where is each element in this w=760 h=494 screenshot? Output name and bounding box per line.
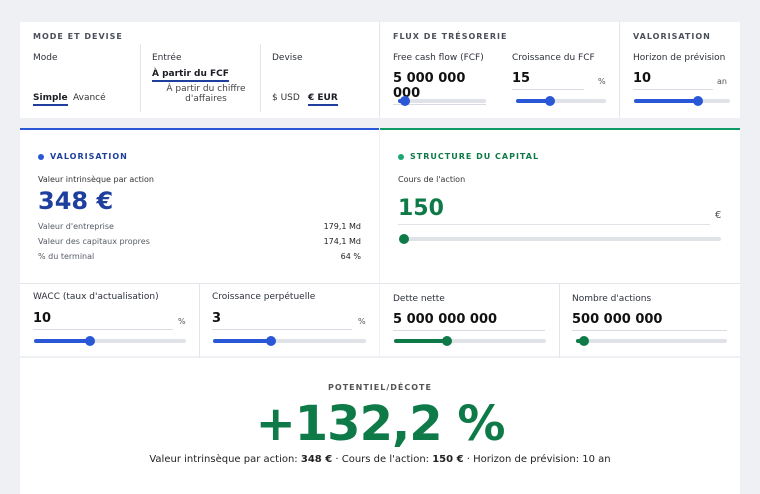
divider <box>260 44 261 112</box>
potentiel-summary: Valeur intrinsèque par action: 348 € · C… <box>20 454 740 465</box>
summary-horizon: Horizon de prévision: 10 an <box>473 454 611 465</box>
devise-label: Devise <box>272 53 303 63</box>
summary-cours-value: 150 € <box>432 454 464 465</box>
entree-ca-button[interactable]: À partir du chiffre d'affaires <box>156 84 256 104</box>
nb-actions-slider[interactable] <box>576 336 727 346</box>
cours-input[interactable]: 150 <box>398 196 710 225</box>
wacc-label: WACC (taux d'actualisation) <box>33 292 159 302</box>
cours-label: Cours de l'action <box>398 175 466 184</box>
structure-panel: STRUCTURE DU CAPITAL Cours de l'action 1… <box>380 128 740 358</box>
dette-slider-handle[interactable] <box>442 336 453 346</box>
summary-intrinsic-value: 348 € <box>300 454 333 465</box>
detail-row: % du terminal 64 % <box>38 252 361 267</box>
intrinsic-label: Valeur intrinsèque par action <box>38 175 154 184</box>
detail-row: Valeur des capitaux propres 174,1 Md <box>38 237 361 252</box>
entree-fcf-button[interactable]: À partir du FCF <box>152 69 229 82</box>
horizon-unit: an <box>717 77 727 86</box>
entree-label: Entrée <box>152 53 182 63</box>
fcf-label: Free cash flow (FCF) <box>393 53 484 63</box>
croissance-perp-label: Croissance perpétuelle <box>212 292 316 302</box>
detail-label: Valeur d'entreprise <box>38 222 114 231</box>
dette-input[interactable]: 5 000 000 000 <box>393 312 545 331</box>
divider <box>199 284 200 358</box>
croissance-fcf-input[interactable]: 15 <box>512 71 584 90</box>
mode-devise-title: MODE ET DEVISE <box>33 32 123 41</box>
blue-dot-icon <box>38 153 44 160</box>
detail-label: % du terminal <box>38 252 95 261</box>
section-divider <box>619 22 620 118</box>
horizon-slider-handle[interactable] <box>693 96 704 106</box>
croissance-fcf-slider-handle[interactable] <box>545 96 556 106</box>
potentiel-value: +132,2 % <box>255 396 506 452</box>
valorisation-top-title: VALORISATION <box>633 32 711 41</box>
horizon-label: Horizon de prévision <box>633 53 726 63</box>
structure-title-text: STRUCTURE DU CAPITAL <box>410 152 540 161</box>
croissance-perp-unit: % <box>358 317 366 326</box>
horizon-slider[interactable] <box>634 96 730 106</box>
croissance-perp-slider-handle[interactable] <box>266 336 277 346</box>
detail-label: Valeur des capitaux propres <box>38 237 150 246</box>
potentiel-title: POTENTIEL/DÉCOTE <box>328 383 432 392</box>
entree-ca-line1: À partir du chiffre <box>166 84 246 94</box>
dette-slider[interactable] <box>394 336 546 346</box>
detail-value: 64 % <box>340 252 361 261</box>
wacc-slider[interactable] <box>34 336 186 346</box>
fcf-slider[interactable] <box>398 96 486 106</box>
entree-ca-line2: d'affaires <box>185 94 227 104</box>
devise-usd-button[interactable]: $ USD <box>272 93 300 103</box>
mode-label: Mode <box>33 53 58 63</box>
croissance-fcf-slider[interactable] <box>516 96 606 106</box>
divider <box>140 44 141 112</box>
croissance-perp-slider[interactable] <box>213 336 366 346</box>
detail-value: 179,1 Md <box>323 222 361 231</box>
summary-cours-label: Cours de l'action: <box>341 454 430 465</box>
horizon-input[interactable]: 10 <box>633 71 713 90</box>
nb-actions-input[interactable]: 500 000 000 <box>572 312 727 331</box>
wacc-unit: % <box>178 317 186 326</box>
cours-slider-handle[interactable] <box>399 234 410 244</box>
wacc-slider-handle[interactable] <box>85 336 96 346</box>
valorisation-panel: VALORISATION Valeur intrinsèque par acti… <box>20 128 379 358</box>
summary-intrinsic-label: Valeur intrinsèque par action: <box>149 454 298 465</box>
top-panel: MODE ET DEVISE Mode Simple Avancé Entrée… <box>20 22 740 118</box>
mode-simple-button[interactable]: Simple <box>33 93 68 106</box>
valorisation-title: VALORISATION <box>38 152 128 161</box>
cours-unit: € <box>715 210 722 221</box>
fcf-slider-handle[interactable] <box>400 96 411 106</box>
detail-row: Valeur d'entreprise 179,1 Md <box>38 222 361 237</box>
croissance-fcf-unit: % <box>598 77 606 86</box>
wacc-input[interactable]: 10 <box>33 311 173 330</box>
dette-label: Dette nette <box>393 294 445 304</box>
detail-value: 174,1 Md <box>323 237 361 246</box>
horizontal-divider <box>380 283 740 284</box>
valorisation-title-text: VALORISATION <box>50 152 128 161</box>
mode-avance-button[interactable]: Avancé <box>73 93 106 103</box>
potentiel-panel: POTENTIEL/DÉCOTE +132,2 % Valeur intrins… <box>20 358 740 494</box>
valorisation-details: Valeur d'entreprise 179,1 Md Valeur des … <box>38 222 361 267</box>
nb-actions-slider-handle[interactable] <box>578 336 589 346</box>
croissance-fcf-label: Croissance du FCF <box>512 53 595 63</box>
green-dot-icon <box>398 153 404 160</box>
croissance-perp-input[interactable]: 3 <box>212 311 352 330</box>
nb-actions-label: Nombre d'actions <box>572 294 652 304</box>
intrinsic-value: 348 € <box>38 187 114 215</box>
devise-eur-button[interactable]: € EUR <box>308 93 338 106</box>
section-divider <box>379 22 380 118</box>
flux-title: FLUX DE TRÉSORERIE <box>393 32 508 41</box>
cours-slider[interactable] <box>399 234 721 244</box>
structure-title: STRUCTURE DU CAPITAL <box>398 152 539 161</box>
divider <box>559 284 560 358</box>
